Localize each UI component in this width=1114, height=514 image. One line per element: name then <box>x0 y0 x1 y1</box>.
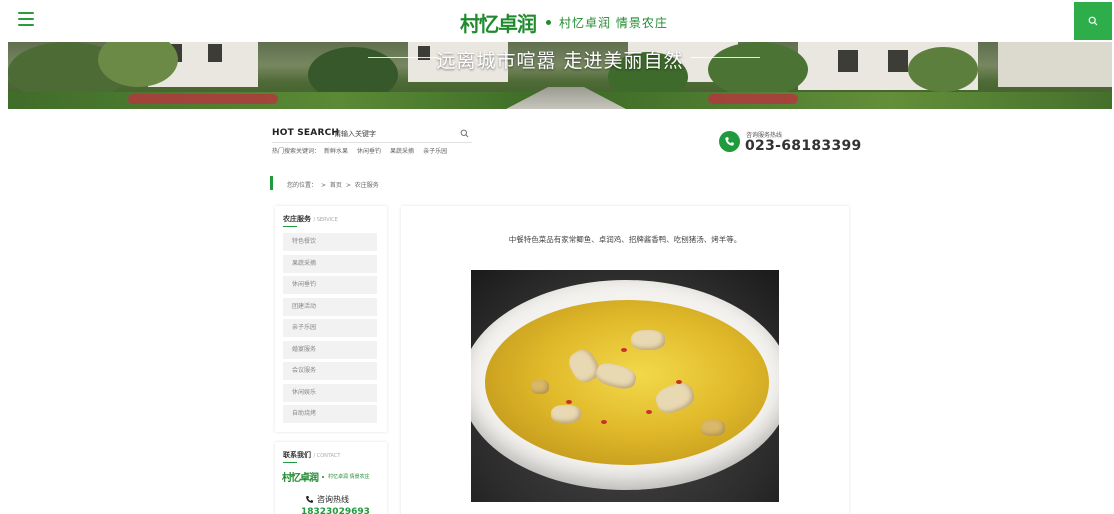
chicken-piece <box>531 380 549 394</box>
contact-mini-dot <box>322 475 324 478</box>
goji-berry <box>566 400 572 404</box>
banner-slogan: 远离城市喧嚣 走进美丽自然 <box>436 50 684 72</box>
breadcrumb-prefix: 您的位置： <box>287 182 318 189</box>
sidebar-item-picking[interactable]: 果蔬采摘 <box>283 254 377 273</box>
sidebar-title: 农庄服务 / SERVICE <box>283 214 338 224</box>
brand-logo-text: 村忆卓润 <box>460 11 537 36</box>
phone-glyph <box>725 137 734 146</box>
contact-title-text: 联系我们 <box>283 451 311 459</box>
search-icon[interactable] <box>460 129 469 138</box>
breadcrumb-separator: > <box>345 182 351 189</box>
contact-phone-label: 咨询热线 <box>305 494 349 505</box>
sidebar-item-meeting[interactable]: 会议服务 <box>283 362 377 380</box>
breadcrumb-current[interactable]: 农庄服务 <box>355 182 379 189</box>
brand-dot <box>546 19 551 25</box>
hero-banner: 远离城市喧嚣 走进美丽自然 <box>8 42 1112 109</box>
breadcrumb: 您的位置： > 首页 > 农庄服务 <box>287 180 381 189</box>
contact-phone-label-text: 咨询热线 <box>317 495 349 504</box>
chicken-piece <box>551 405 581 423</box>
chicken-piece <box>631 330 665 350</box>
content-intro: 中餐特色菜品有家常鲫鱼、卓润鸡、招牌酱香鸭、吃刨猪汤、烤羊等。 <box>508 235 742 244</box>
sidebar-item-fishing[interactable]: 休闲垂钓 <box>283 276 377 294</box>
hot-keyword[interactable]: 休闲垂钓 <box>357 146 381 155</box>
service-sidebar: 农庄服务 / SERVICE 特色餐饮 果蔬采摘 休闲垂钓 团建活动 亲子乐园 … <box>275 206 387 432</box>
search-input[interactable] <box>334 128 454 140</box>
breadcrumb-accent <box>270 176 273 190</box>
goji-berry <box>646 410 652 414</box>
contact-title: 联系我们 / CONTACT <box>283 450 340 460</box>
sidebar-item-team-building[interactable]: 团建活动 <box>283 297 377 316</box>
hot-keyword[interactable]: 新鲜水果 <box>324 146 348 155</box>
hot-keywords: 热门搜索关键词： 新鲜水果 休闲垂钓 果蔬采摘 亲子乐园 <box>272 146 456 155</box>
contact-phone-number[interactable]: 18323029693 <box>301 507 370 514</box>
dish-image <box>471 270 779 502</box>
contact-subtitle: / CONTACT <box>313 453 341 459</box>
sidebar-item-bbq[interactable]: 自助烧烤 <box>283 405 377 423</box>
contact-title-underline <box>283 462 297 463</box>
search-button[interactable] <box>1074 2 1112 40</box>
sidebar-item-kids-park[interactable]: 亲子乐园 <box>283 319 377 337</box>
sidebar-item-catering[interactable]: 特色餐饮 <box>283 233 377 251</box>
brand-logo[interactable]: 村忆卓润 村忆卓润 情景农庄 <box>460 8 668 36</box>
sidebar-title-text: 农庄服务 <box>283 215 311 223</box>
sidebar-subtitle: / SERVICE <box>313 217 338 223</box>
phone-icon <box>306 495 314 503</box>
banner-flowers <box>708 94 798 104</box>
sidebar-item-wedding[interactable]: 婚宴服务 <box>283 340 377 359</box>
contact-mini-tagline: 村忆卓润 情景农庄 <box>328 474 370 480</box>
hot-search-title: HOT SEARCH <box>272 128 340 138</box>
contact-brand-logo: 村忆卓润 村忆卓润 情景农庄 <box>282 469 370 484</box>
sidebar-item-leisure[interactable]: 休闲娱乐 <box>283 383 377 402</box>
hamburger-menu-icon[interactable] <box>18 12 34 26</box>
breadcrumb-separator: > <box>320 182 326 189</box>
search-icon <box>1088 16 1098 26</box>
contact-panel: 联系我们 / CONTACT 村忆卓润 村忆卓润 情景农庄 咨询热线 18323… <box>275 442 387 514</box>
goji-berry <box>621 348 627 352</box>
phone-icon <box>719 131 740 152</box>
contact-mini-logo: 村忆卓润 <box>282 473 319 484</box>
hot-keywords-label: 热门搜索关键词： <box>272 148 321 155</box>
search-underline <box>272 142 472 143</box>
banner-flowers <box>128 94 278 104</box>
content-panel: 中餐特色菜品有家常鲫鱼、卓润鸡、招牌酱香鸭、吃刨猪汤、烤羊等。 <box>401 206 849 514</box>
chicken-piece <box>701 420 725 436</box>
hotline-number: 023-68183399 <box>745 138 862 154</box>
brand-tagline: 村忆卓润 情景农庄 <box>559 15 668 30</box>
sidebar-list: 特色餐饮 果蔬采摘 休闲垂钓 团建活动 亲子乐园 婚宴服务 会议服务 休闲娱乐 … <box>283 233 377 427</box>
breadcrumb-home[interactable]: 首页 <box>330 182 342 189</box>
top-bar: 村忆卓润 村忆卓润 情景农庄 <box>0 0 1114 42</box>
goji-berry <box>601 420 607 424</box>
hot-keyword[interactable]: 亲子乐园 <box>423 146 447 155</box>
sidebar-title-underline <box>283 226 297 227</box>
hot-keyword[interactable]: 果蔬采摘 <box>390 146 414 155</box>
goji-berry <box>676 380 682 384</box>
